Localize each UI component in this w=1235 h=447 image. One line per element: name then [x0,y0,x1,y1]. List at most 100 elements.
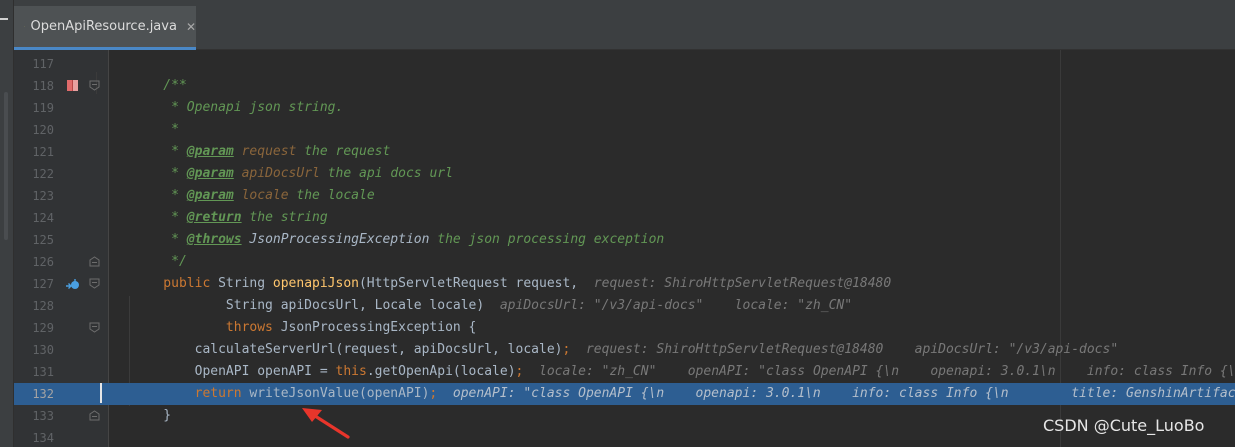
tool-window-strip [0,0,14,447]
code-token: openapiJson [272,276,359,291]
code-token: (HttpServletRequest request, [358,276,594,291]
tab-label: OpenApiResource.java [30,19,177,34]
code-token: the json processing exception [429,232,665,247]
line-code: * @return the string [132,207,328,229]
line-number[interactable]: 122 [14,163,54,185]
code-line-117[interactable]: 117 [14,53,1235,75]
watermark: CSDN @Cute_LuoBo [1043,416,1205,435]
line-code: return writeJsonValue(openAPI); openAPI:… [132,383,1235,405]
debug-inline-value: apiDocsUrl: "/v3/api-docs" locale: "zh_C… [499,298,853,313]
red-arrow-annotation [302,408,350,439]
code-token: * [132,122,179,137]
code-token: writeJsonValue(openAPI) [249,386,430,401]
line-code: * @throws JsonProcessingException the js… [132,229,664,251]
code-line-120[interactable]: 120 * [14,119,1235,141]
editor-tab-bar: OpenApiResource.java ✕ [0,0,1235,50]
code-line-127[interactable]: 127 public String openapiJson(HttpServle… [14,273,1235,295]
line-code: * [132,119,179,141]
code-token: String apiDocsUrl, Locale locale) [132,298,500,313]
line-code: } [132,405,171,427]
code-token: String [218,276,273,291]
code-line-132[interactable]: 132 return writeJsonValue(openAPI); open… [14,383,1235,405]
code-token: JsonProcessingException [249,232,430,247]
line-code: throws JsonProcessingException { [132,317,476,339]
scrollbar-thumb[interactable] [4,92,8,240]
line-number[interactable]: 117 [14,53,54,75]
code-token: the request [296,144,391,159]
code-token: the locale [288,188,375,203]
code-line-121[interactable]: 121 * @param request the request [14,141,1235,163]
line-code: * Openapi json string. [132,97,343,119]
code-line-128[interactable]: 128 String apiDocsUrl, Locale locale) ap… [14,295,1235,317]
override-icon[interactable] [65,277,81,291]
code-token: * [132,166,187,181]
code-token: calculateServerUrl(request, apiDocsUrl, … [132,342,563,357]
code-line-130[interactable]: 130 calculateServerUrl(request, apiDocsU… [14,339,1235,361]
code-line-123[interactable]: 123 * @param locale the locale [14,185,1235,207]
line-number[interactable]: 129 [14,317,54,339]
close-icon[interactable]: ✕ [186,20,196,34]
code-token: the api docs url [319,166,453,181]
code-token: * [132,210,187,225]
line-code: * @param apiDocsUrl the api docs url [132,163,453,185]
code-token: return [132,386,250,401]
line-number[interactable]: 123 [14,185,54,207]
line-number[interactable]: 130 [14,339,54,361]
line-number[interactable]: 127 [14,273,54,295]
bookmark-icon[interactable] [65,79,81,93]
fold-open-icon[interactable] [89,278,100,289]
minimize-icon[interactable] [0,18,8,20]
line-number[interactable]: 124 [14,207,54,229]
code-line-131[interactable]: 131 OpenAPI openAPI = this.getOpenApi(lo… [14,361,1235,383]
code-token: OpenAPI openAPI = [132,364,336,379]
line-number[interactable]: 119 [14,97,54,119]
line-code: calculateServerUrl(request, apiDocsUrl, … [132,339,1119,361]
code-token: the string [241,210,328,225]
code-token: @throws [186,232,242,247]
line-number[interactable]: 131 [14,361,54,383]
line-number[interactable]: 133 [14,405,54,427]
code-line-118[interactable]: 118 /** [14,75,1235,97]
code-token: @param [186,144,234,159]
debug-inline-value: request: ShiroHttpServletRequest@18480 [593,276,892,291]
code-line-124[interactable]: 124 * @return the string [14,207,1235,229]
tab-openapiresource-java[interactable]: OpenApiResource.java ✕ [14,6,196,50]
line-code: String apiDocsUrl, Locale locale) apiDoc… [132,295,852,317]
line-code: public String openapiJson(HttpServletReq… [132,273,891,295]
line-number[interactable]: 120 [14,119,54,141]
code-token: apiDocsUrl [241,166,320,181]
line-number[interactable]: 134 [14,427,54,447]
code-line-119[interactable]: 119 * Openapi json string. [14,97,1235,119]
code-token: @return [186,210,242,225]
code-token: } [132,408,172,423]
code-token: * Openapi json string. [132,100,344,115]
line-number[interactable]: 126 [14,251,54,273]
code-token: * [132,144,187,159]
code-line-122[interactable]: 122 * @param apiDocsUrl the api docs url [14,163,1235,185]
debug-inline-value: request: ShiroHttpServletRequest@18480 a… [570,342,1119,357]
code-token: this [335,364,367,379]
code-token: @param [186,188,234,203]
line-number[interactable]: 128 [14,295,54,317]
fold-open-icon[interactable] [89,322,100,333]
line-code: /** [132,75,187,97]
line-number[interactable]: 118 [14,75,54,97]
code-token: request [241,144,297,159]
code-line-126[interactable]: 126 */ [14,251,1235,273]
fold-close-icon[interactable] [89,256,100,267]
code-line-129[interactable]: 129 throws JsonProcessingException { [14,317,1235,339]
code-token: JsonProcessingException { [280,320,477,335]
line-number[interactable]: 125 [14,229,54,251]
line-number[interactable]: 121 [14,141,54,163]
line-code: * @param locale the locale [132,185,375,207]
line-code: * @param request the request [132,141,390,163]
code-token: public [132,276,219,291]
text-caret [100,383,102,403]
line-code: OpenAPI openAPI = this.getOpenApi(locale… [132,361,1235,383]
fold-close-icon[interactable] [89,410,100,421]
line-number[interactable]: 132 [14,383,54,405]
code-token: @param [186,166,234,181]
fold-open-icon[interactable] [89,80,100,91]
code-line-125[interactable]: 125 * @throws JsonProcessingException th… [14,229,1235,251]
